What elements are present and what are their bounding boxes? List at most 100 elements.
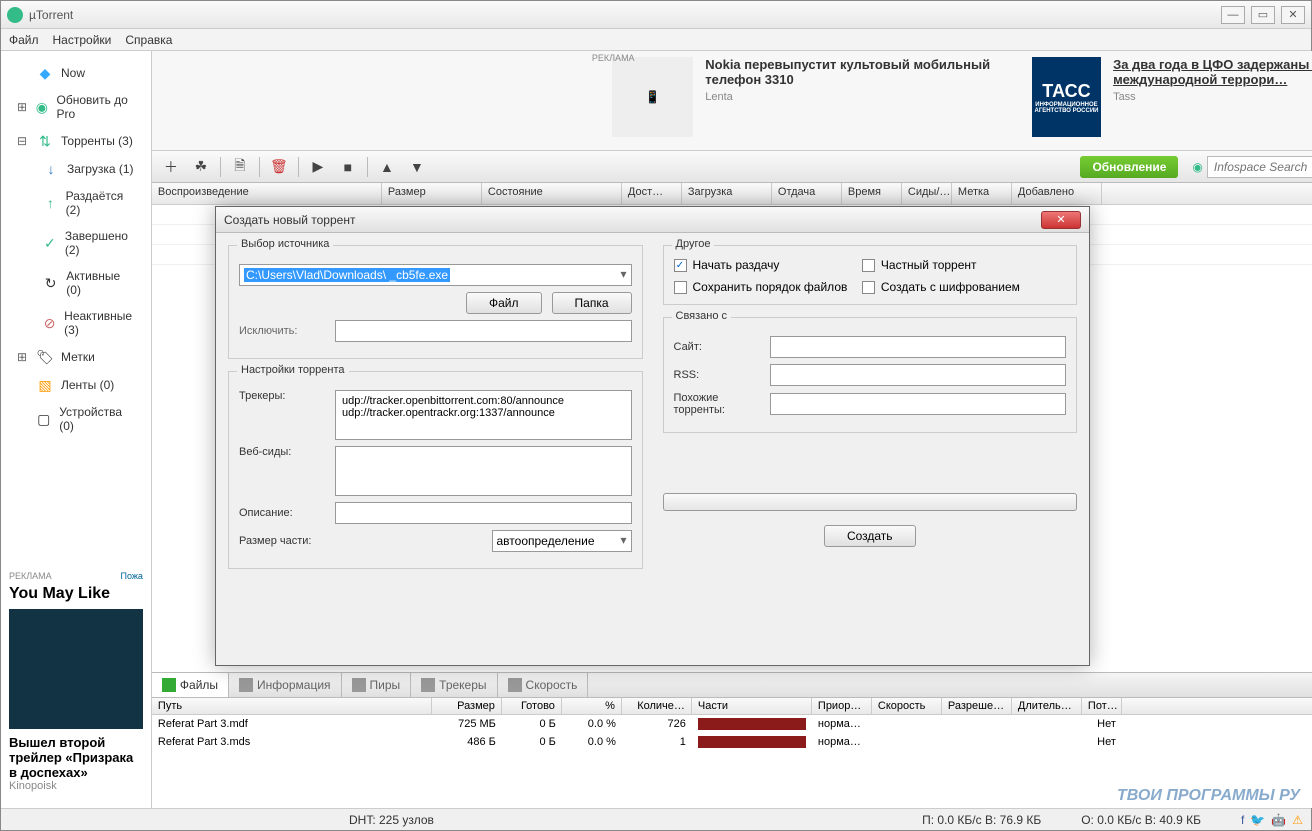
sidebar-labels[interactable]: ⊞🏷 Метки [1,343,151,371]
menu-help[interactable]: Справка [125,33,172,47]
sidebar-active[interactable]: ↻ Активные (0) [1,263,151,303]
sidebar: ◆ Now ⊞◉ Обновить до Pro ⊟⇅ Торренты (3)… [1,51,152,808]
sidebar-completed[interactable]: ✓ Завершено (2) [1,223,151,263]
other-fieldset: Другое ✓Начать раздачу Частный торрент С… [663,245,1078,305]
source-path-combo[interactable]: C:\Users\Vlad\Downloads\ _cb5fe.exe [239,264,632,286]
titlebar: µTorrent — ▭ ✕ [1,1,1311,29]
sidebar-inactive[interactable]: ⊘ Неактивные (3) [1,303,151,343]
create-progress-bar [663,493,1078,511]
col-size[interactable]: Размер [382,183,482,204]
window-title: µTorrent [29,8,1221,22]
tab-files[interactable]: Файлы [152,673,229,697]
choose-folder-button[interactable]: Папка [552,292,632,314]
devices-icon: ▢ [36,411,51,427]
status-dht: DHT: 225 узлов [349,813,434,827]
create-torrent-button[interactable]: 🗎 [227,155,253,179]
twitter-icon[interactable]: 🐦 [1250,813,1265,827]
status-download: П: 0.0 КБ/с В: 76.9 КБ [922,813,1041,827]
download-icon: ↓ [43,161,59,177]
statusbar: DHT: 225 узлов П: 0.0 КБ/с В: 76.9 КБ О:… [1,808,1311,830]
active-icon: ↻ [43,275,58,291]
create-torrent-dialog: Создать новый торрент ✕ Выбор источника … [215,206,1090,666]
col-label[interactable]: Метка [952,183,1012,204]
choose-file-button[interactable]: Файл [466,292,542,314]
col-time[interactable]: Время [842,183,902,204]
sidebar-devices[interactable]: ▢ Устройства (0) [1,399,151,439]
now-icon: ◆ [37,65,53,81]
side-ad-caption[interactable]: Вышел второй трейлер «Призрака в доспеха… [9,735,143,780]
files-panel: Путь Размер Готово % Количе… Части Приор… [152,698,1312,808]
side-ad-image[interactable] [9,609,143,729]
search-input[interactable] [1207,156,1312,178]
col-state[interactable]: Состояние [482,183,622,204]
col-added[interactable]: Добавлено [1012,183,1102,204]
col-down[interactable]: Загрузка [682,183,772,204]
description-input[interactable] [335,502,632,524]
webseeds-textarea[interactable] [335,446,632,496]
delete-button[interactable]: 🗑 [266,155,292,179]
trackers-textarea[interactable]: udp://tracker.openbittorrent.com:80/anno… [335,390,632,440]
ad-block-2[interactable]: ТАСС ИНФОРМАЦИОННОЕ АГЕНТСТВО РОССИИ За … [1032,57,1312,144]
move-down-button[interactable]: ▼ [404,155,430,179]
sidebar-download[interactable]: ↓ Загрузка (1) [1,155,151,183]
sidebar-now[interactable]: ◆ Now [1,59,151,87]
menu-file[interactable]: Файл [9,33,39,47]
preserve-order-checkbox[interactable]: Сохранить порядок файлов [674,280,862,294]
tab-speed[interactable]: Скорость [498,673,589,697]
dialog-titlebar: Создать новый торрент ✕ [216,207,1089,233]
sidebar-upgrade[interactable]: ⊞◉ Обновить до Pro [1,87,151,127]
rss-input[interactable] [770,364,1067,386]
col-playback[interactable]: Воспроизведение [152,183,382,204]
torrent-table-header: Воспроизведение Размер Состояние Дост… З… [152,183,1312,205]
ad1-image: 📱 [612,57,693,137]
related-fieldset: Связано с Сайт: RSS: Похожие торренты: [663,317,1078,433]
sidebar-seeding[interactable]: ↑ Раздаётся (2) [1,183,151,223]
app-logo-icon [7,7,23,23]
tab-info[interactable]: Информация [229,673,341,697]
ad-block-1[interactable]: 📱 Nokia перевыпустит культовый мобильный… [612,57,1012,144]
tab-trackers[interactable]: Трекеры [411,673,497,697]
minimize-button[interactable]: — [1221,6,1245,24]
maximize-button[interactable]: ▭ [1251,6,1275,24]
add-torrent-button[interactable]: ＋ [158,155,184,179]
file-row[interactable]: Referat Part 3.mds 486 Б 0 Б 0.0 % 1 нор… [152,733,1312,751]
stop-button[interactable]: ■ [335,155,361,179]
update-button[interactable]: Обновление [1080,156,1178,178]
col-avail[interactable]: Дост… [622,183,682,204]
sidebar-feeds[interactable]: ▧ Ленты (0) [1,371,151,399]
encrypt-checkbox[interactable]: Создать с шифрованием [862,280,1050,294]
you-may-like-heading: You May Like [9,585,143,603]
close-button[interactable]: ✕ [1281,6,1305,24]
exclude-input[interactable] [335,320,632,342]
labels-icon: 🏷 [37,349,53,365]
site-input[interactable] [770,336,1067,358]
col-seeds[interactable]: Сиды/… [902,183,952,204]
file-row[interactable]: Referat Part 3.mdf 725 МБ 0 Б 0.0 % 726 … [152,715,1312,733]
toolbar: ＋ ☘ 🗎 🗑 ▶ ■ ▲ ▼ Обновление ◉ 💡 💬 [152,151,1312,183]
private-checkbox[interactable]: Частный торрент [862,258,1050,272]
piece-size-combo[interactable]: автоопределение [492,530,632,552]
upgrade-icon: ◉ [35,99,48,115]
inactive-icon: ⊘ [43,315,56,331]
detail-tabs: Файлы Информация Пиры Трекеры Скорость ▾ [152,672,1312,698]
sidebar-ad: РЕКЛАМА Пожа You May Like Вышел второй т… [1,563,151,800]
move-up-button[interactable]: ▲ [374,155,400,179]
seeding-icon: ↑ [43,195,58,211]
similar-input[interactable] [770,393,1067,415]
utorrent-search-icon: ◉ [1192,160,1202,174]
warning-icon[interactable]: ⚠ [1292,813,1303,827]
side-ad-complain[interactable]: Пожа [121,571,143,581]
android-icon[interactable]: 🤖 [1271,813,1286,827]
create-button[interactable]: Создать [824,525,916,547]
sidebar-torrents[interactable]: ⊟⇅ Торренты (3) [1,127,151,155]
tab-peers[interactable]: Пиры [342,673,412,697]
status-upload: О: 0.0 КБ/с В: 40.9 КБ [1081,813,1201,827]
add-url-button[interactable]: ☘ [188,155,214,179]
dialog-close-button[interactable]: ✕ [1041,211,1081,229]
facebook-icon[interactable]: f [1241,813,1244,827]
menubar: Файл Настройки Справка [1,29,1311,51]
col-up[interactable]: Отдача [772,183,842,204]
menu-settings[interactable]: Настройки [53,33,112,47]
start-seeding-checkbox[interactable]: ✓Начать раздачу [674,258,862,272]
start-button[interactable]: ▶ [305,155,331,179]
